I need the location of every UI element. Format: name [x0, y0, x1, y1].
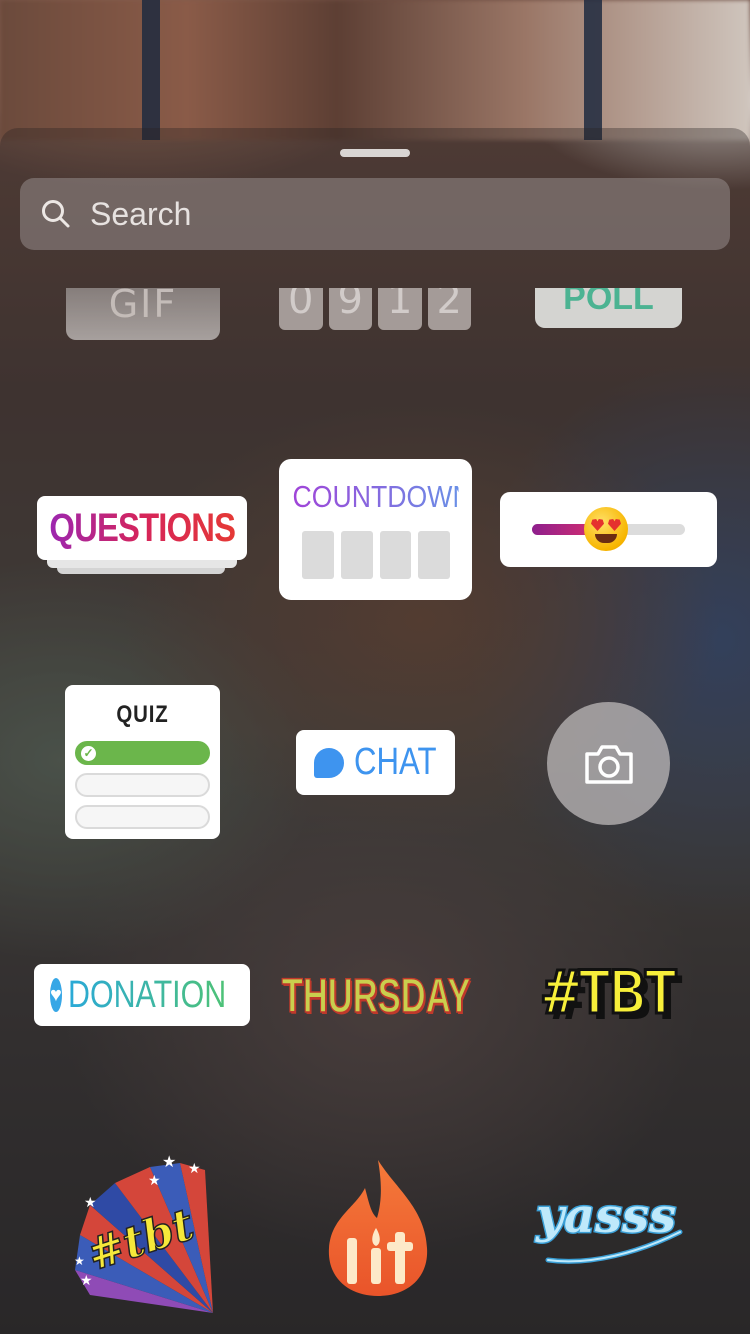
quiz-option — [75, 773, 210, 797]
chat-bubble-icon — [314, 747, 345, 778]
svg-text:★: ★ — [74, 1254, 85, 1268]
svg-text:★: ★ — [162, 1154, 176, 1171]
chat-label: CHAT — [354, 741, 437, 783]
yasss-script-icon: yasss — [534, 1187, 683, 1264]
star-burst-icon: #tbt ★ ★ ★ ★ ★ ★ — [74, 1154, 213, 1313]
countdown-sticker[interactable]: COUNTDOWN — [279, 459, 472, 600]
poll-sticker[interactable]: POLL — [535, 288, 682, 328]
check-icon: ✓ — [81, 746, 96, 761]
heart-icon: ♥ — [50, 978, 62, 1012]
svg-text:★: ★ — [84, 1194, 97, 1210]
tbt-fan-sticker[interactable]: #tbt ★ ★ ★ ★ ★ ★ — [70, 1145, 220, 1315]
thursday-label: THURSDAY — [281, 969, 471, 1024]
search-icon — [42, 200, 70, 228]
quiz-sticker[interactable]: QUIZ ✓ — [65, 685, 220, 839]
timer-digit: 1 — [378, 288, 422, 330]
quiz-option — [75, 805, 210, 829]
tbt-label: #TBT — [542, 957, 680, 1030]
svg-text:★: ★ — [80, 1272, 93, 1288]
background-post — [584, 0, 602, 140]
flame-icon: lit — [328, 1160, 428, 1296]
background-post — [142, 0, 160, 140]
lit-sticker[interactable]: lit — [325, 1158, 431, 1298]
svg-text:★: ★ — [188, 1160, 201, 1176]
timer-digit: 9 — [328, 288, 372, 330]
countdown-boxes — [302, 531, 450, 579]
camera-icon — [584, 744, 633, 784]
chat-sticker[interactable]: CHAT — [296, 730, 455, 795]
search-input[interactable]: Search — [90, 196, 191, 233]
svg-text:★: ★ — [148, 1172, 161, 1188]
camera-sticker-button[interactable] — [547, 702, 670, 825]
timer-digit: 0 — [279, 288, 323, 330]
questions-sticker[interactable]: QUESTIONS — [37, 496, 247, 578]
yasss-sticker[interactable]: yasss — [530, 1180, 690, 1270]
heart-eyes-emoji-icon — [584, 507, 628, 551]
questions-label: QUESTIONS — [49, 505, 236, 550]
emoji-slider-sticker[interactable] — [500, 492, 717, 567]
timer-digit: 2 — [427, 288, 471, 330]
thursday-sticker[interactable]: THURSDAY — [280, 966, 472, 1026]
donation-sticker[interactable]: ♥ DONATION — [34, 964, 250, 1026]
yasss-label: yasss — [535, 1188, 676, 1244]
gif-sticker[interactable]: GIF — [66, 288, 220, 340]
background-photo — [0, 0, 750, 140]
quiz-label: QUIZ — [116, 701, 169, 728]
search-bar[interactable]: Search — [20, 178, 730, 250]
countdown-label: COUNTDOWN — [292, 479, 472, 514]
donation-label: DONATION — [67, 973, 227, 1016]
quiz-option-correct: ✓ — [75, 741, 210, 765]
tbt-sticker[interactable]: #TBT — [522, 957, 697, 1030]
timer-sticker[interactable]: 0 9 1 2 — [279, 288, 471, 330]
drag-handle[interactable] — [340, 149, 410, 157]
